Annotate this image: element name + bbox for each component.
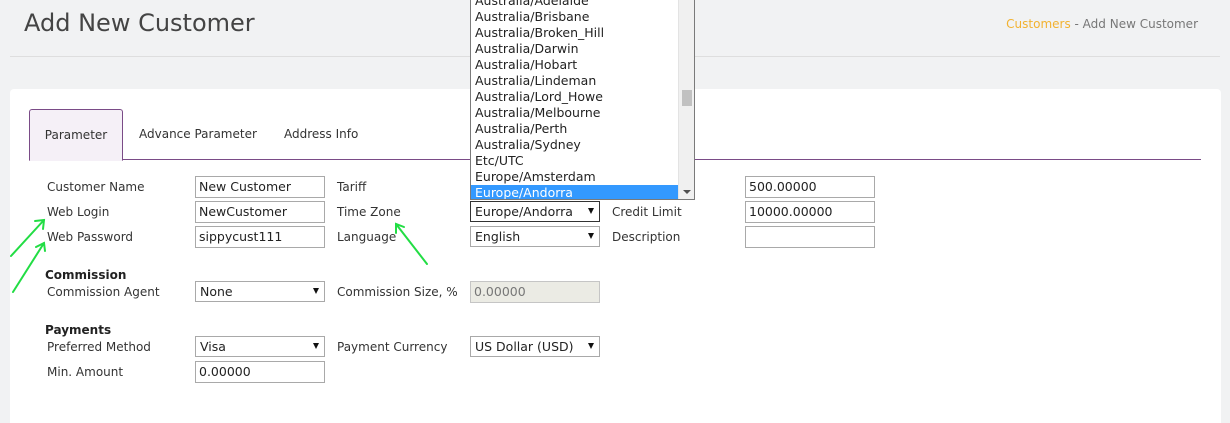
annotation-arrows xyxy=(10,218,428,293)
annotation-arrow-web-password xyxy=(12,242,45,293)
annotation-arrow-time-zone xyxy=(395,223,428,265)
